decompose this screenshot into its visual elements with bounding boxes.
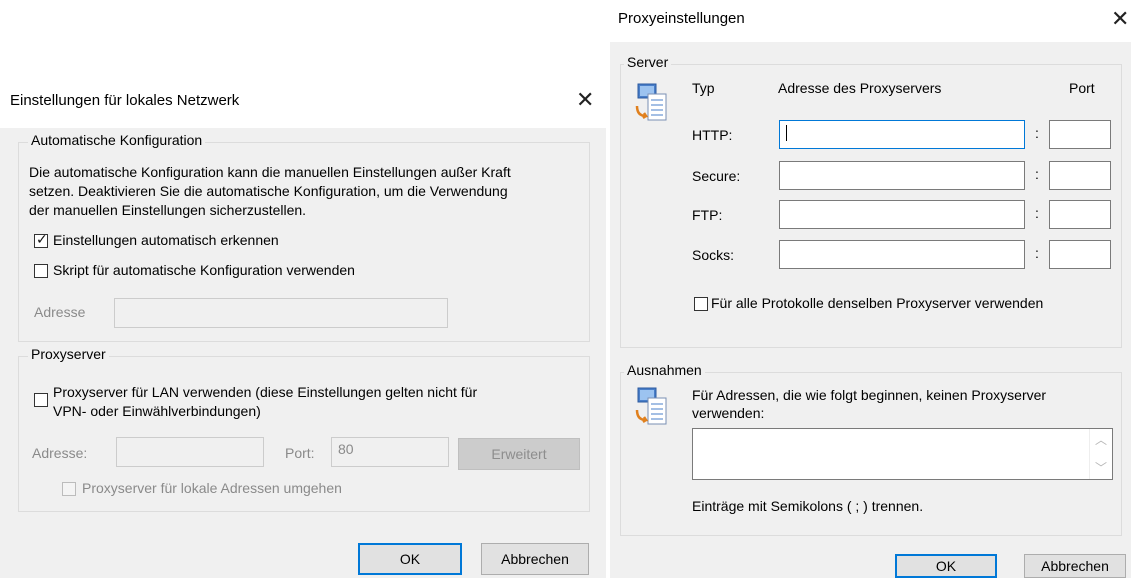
script-label[interactable]: Skript für automatische Konfiguration ve…: [53, 262, 355, 278]
proxy-address-field[interactable]: [116, 437, 264, 467]
script-address-label: Adresse: [34, 304, 86, 320]
socks-colon: :: [1035, 245, 1039, 261]
secure-address-field[interactable]: [779, 161, 1025, 190]
same-proxy-label[interactable]: Für alle Protokolle denselben Proxyserve…: [711, 295, 1043, 311]
network-settings-icon: [634, 386, 668, 428]
auto-detect-checkbox[interactable]: ✓: [34, 231, 48, 248]
http-label: HTTP:: [692, 127, 733, 143]
col-type-header: Typ: [692, 80, 715, 96]
checkmark-icon: ✓: [36, 231, 48, 247]
lan-ok-button[interactable]: OK: [358, 543, 462, 575]
proxy-port-field[interactable]: 80: [331, 437, 449, 467]
auto-config-legend: Automatische Konfiguration: [28, 132, 206, 148]
script-address-field[interactable]: [114, 298, 448, 328]
proxy-ok-button[interactable]: OK: [895, 554, 997, 578]
bypass-local-checkbox[interactable]: [62, 482, 76, 496]
auto-config-description: Die automatische Konfiguration kann die …: [29, 164, 511, 180]
script-checkbox[interactable]: [34, 264, 48, 278]
socks-address-field[interactable]: [779, 240, 1025, 269]
ftp-label: FTP:: [692, 207, 723, 223]
lan-dialog-titlebar: Einstellungen für lokales Netzwerk ✕: [0, 68, 606, 128]
ftp-port-field[interactable]: [1049, 200, 1111, 229]
exceptions-textarea[interactable]: ︿ ﹀: [692, 428, 1113, 480]
socks-port-field[interactable]: [1049, 240, 1111, 269]
use-proxy-label[interactable]: Proxyserver für LAN verwenden (diese Ein…: [53, 384, 477, 400]
auto-config-description-3: der manuellen Einstellungen sicherzustel…: [29, 202, 307, 218]
exceptions-description-2: verwenden:: [692, 405, 765, 421]
exceptions-hint: Einträge mit Semikolons ( ; ) trennen.: [692, 498, 924, 514]
proxy-dialog-titlebar: Proxyeinstellungen ✕: [610, 0, 1131, 42]
auto-detect-label[interactable]: Einstellungen automatisch erkennen: [53, 232, 279, 248]
exceptions-legend: Ausnahmen: [624, 362, 705, 378]
col-port-header: Port: [1069, 80, 1095, 96]
lan-dialog-title: Einstellungen für lokales Netzwerk: [10, 92, 240, 109]
proxy-cancel-button[interactable]: Abbrechen: [1024, 554, 1126, 578]
ftp-colon: :: [1035, 205, 1039, 221]
server-legend: Server: [624, 54, 672, 70]
same-proxy-checkbox[interactable]: [694, 297, 708, 311]
proxy-server-legend: Proxyserver: [28, 346, 109, 362]
proxy-address-label: Adresse:: [32, 445, 88, 461]
secure-label: Secure:: [692, 168, 741, 184]
http-port-field[interactable]: [1049, 120, 1111, 149]
secure-port-field[interactable]: [1049, 161, 1111, 190]
socks-label: Socks:: [692, 247, 735, 263]
proxy-settings-dialog: Proxyeinstellungen ✕ Server Typ Adresse …: [610, 0, 1131, 578]
exceptions-description: Für Adressen, die wie folgt beginnen, ke…: [692, 387, 1047, 403]
use-proxy-checkbox[interactable]: [34, 393, 48, 407]
exceptions-scrollbar[interactable]: ︿ ﹀: [1089, 429, 1112, 479]
close-icon[interactable]: ✕: [1111, 8, 1129, 30]
network-settings-icon: [634, 82, 668, 124]
proxy-port-label: Port:: [285, 445, 315, 461]
secure-colon: :: [1035, 166, 1039, 182]
proxy-dialog-title: Proxyeinstellungen: [618, 10, 745, 27]
close-icon[interactable]: ✕: [576, 89, 594, 111]
chevron-down-icon[interactable]: ﹀: [1095, 459, 1107, 476]
advanced-button[interactable]: Erweitert: [458, 438, 580, 470]
auto-config-description-2: setzen. Deaktivieren Sie die automatisch…: [29, 183, 508, 199]
http-colon: :: [1035, 125, 1039, 141]
chevron-up-icon[interactable]: ︿: [1095, 431, 1107, 448]
col-address-header: Adresse des Proxyservers: [778, 80, 942, 96]
lan-settings-dialog: Einstellungen für lokales Netzwerk ✕ Aut…: [0, 68, 606, 578]
ftp-address-field[interactable]: [779, 200, 1025, 229]
bypass-local-label[interactable]: Proxyserver für lokale Adressen umgehen: [82, 480, 342, 496]
use-proxy-label-2[interactable]: VPN- oder Einwählverbindungen): [53, 403, 261, 419]
http-address-field[interactable]: [779, 120, 1025, 149]
lan-cancel-button[interactable]: Abbrechen: [481, 543, 589, 575]
